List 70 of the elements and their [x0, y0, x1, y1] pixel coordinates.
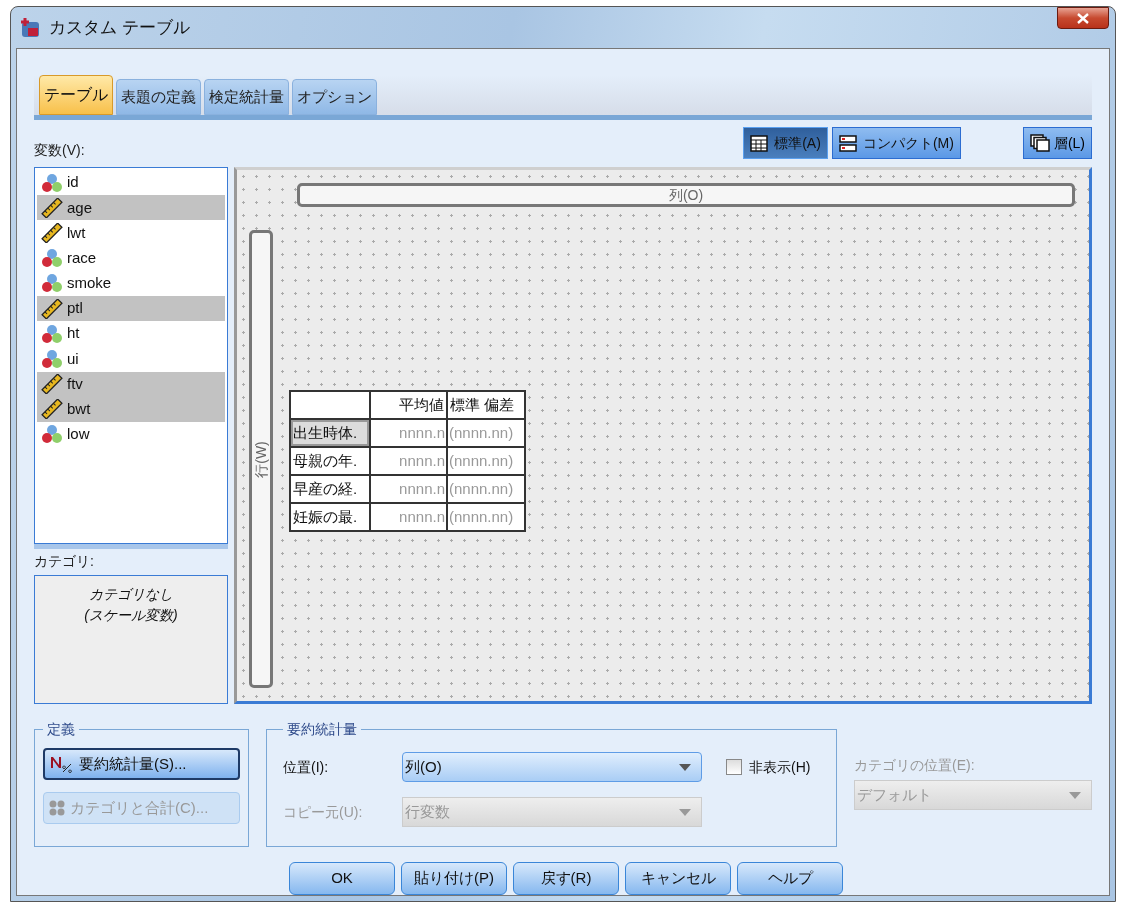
- dialog-button[interactable]: 貼り付け(P): [401, 862, 507, 895]
- variable-item[interactable]: lwt: [37, 220, 225, 246]
- table-cell: (nnnn.nn): [447, 447, 525, 475]
- dialog-button[interactable]: 戻す(R): [513, 862, 619, 895]
- variable-item[interactable]: age: [37, 195, 225, 221]
- nominal-icon: [41, 424, 63, 445]
- dropdown-arrow-icon: [679, 763, 691, 771]
- tab[interactable]: 検定統計量: [204, 79, 289, 115]
- position-dropdown[interactable]: 列(O): [402, 752, 702, 782]
- table-cell: (nnnn.nn): [447, 503, 525, 531]
- column-header: 平均値: [370, 391, 447, 419]
- row-header[interactable]: 出生時体.: [290, 419, 370, 447]
- row-header[interactable]: 妊娠の最.: [290, 503, 370, 531]
- dialog-button[interactable]: 要約統計量(S)...: [43, 748, 240, 780]
- variable-item[interactable]: race: [37, 245, 225, 271]
- copy-from-label: コピー元(U):: [283, 802, 364, 822]
- window-title: カスタム テーブル: [49, 16, 190, 39]
- rows-drop-zone[interactable]: 行(W): [249, 230, 273, 688]
- table-cell: nnnn.n: [370, 503, 447, 531]
- variable-item[interactable]: smoke: [37, 270, 225, 296]
- n-percent-icon: [49, 755, 75, 773]
- dialog-button[interactable]: キャンセル: [625, 862, 731, 895]
- categories-label: カテゴリ:: [34, 552, 95, 571]
- table-cell: (nnnn.nn): [447, 475, 525, 503]
- nominal-icon: [41, 248, 63, 269]
- app-icon: [19, 16, 41, 39]
- close-button[interactable]: [1057, 7, 1109, 29]
- close-icon: [1077, 12, 1089, 24]
- hide-checkbox[interactable]: [726, 759, 742, 775]
- dropdown-arrow-icon: [679, 808, 691, 816]
- variables-label: 変数(V):: [34, 140, 85, 160]
- position-label: 位置(I):: [283, 757, 330, 777]
- nominal-icon: [41, 273, 63, 294]
- category-position-label: カテゴリの位置(E):: [854, 756, 976, 775]
- table-cell: nnnn.n: [370, 447, 447, 475]
- table-cell: nnnn.n: [370, 419, 447, 447]
- nominal-icon: [41, 348, 63, 369]
- table-icon: [750, 134, 769, 152]
- layers-button[interactable]: 層(L): [1022, 127, 1092, 159]
- categories-text: カテゴリなし (スケール変数): [83, 585, 179, 625]
- hide-label: 非表示(H): [749, 757, 811, 777]
- nominal-icon: [41, 323, 63, 344]
- variable-item[interactable]: ptl: [37, 295, 225, 322]
- column-header: 標準 偏差: [447, 391, 525, 419]
- tab[interactable]: テーブル: [39, 75, 113, 115]
- view-button[interactable]: 標準(A): [743, 127, 828, 159]
- group-title: 定義: [46, 720, 76, 739]
- variable-item[interactable]: id: [37, 170, 225, 196]
- columns-drop-zone[interactable]: 列(O): [297, 183, 1075, 207]
- dialog-button[interactable]: OK: [289, 862, 395, 895]
- layers-icon: [1029, 134, 1050, 152]
- variable-item[interactable]: bwt: [37, 396, 225, 422]
- dialog-button[interactable]: ヘルプ: [737, 862, 843, 895]
- nominal-icon: [41, 172, 63, 193]
- rows-label: 行(W): [251, 440, 270, 478]
- view-button[interactable]: コンパクト(M): [831, 127, 961, 159]
- variable-item[interactable]: low: [37, 421, 225, 448]
- group-title: 要約統計量: [286, 720, 358, 739]
- dots-icon: [48, 799, 66, 817]
- tab[interactable]: 表題の定義: [116, 79, 201, 115]
- variable-item[interactable]: ftv: [37, 371, 225, 397]
- list-icon: [838, 134, 857, 152]
- tab[interactable]: オプション: [292, 79, 377, 115]
- row-header[interactable]: 母親の年.: [290, 447, 370, 475]
- variable-item[interactable]: ui: [37, 346, 225, 372]
- dropdown-arrow-icon: [1069, 791, 1081, 799]
- table-cell: nnnn.n: [370, 475, 447, 503]
- variable-item[interactable]: ht: [37, 321, 225, 347]
- row-header[interactable]: 早産の経.: [290, 475, 370, 503]
- table-cell: (nnnn.nn): [447, 419, 525, 447]
